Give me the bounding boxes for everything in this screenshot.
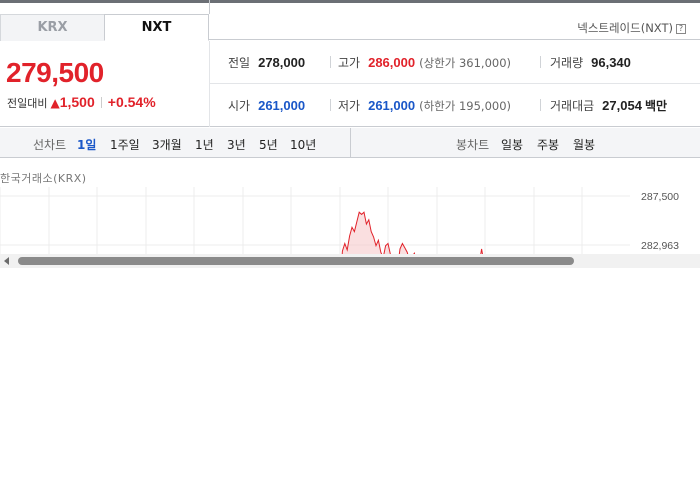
help-icon[interactable]: ? — [676, 24, 686, 34]
stat-value: 261,000 — [258, 98, 306, 113]
period-10y[interactable]: 10년 — [290, 136, 316, 153]
period-1w[interactable]: 1주일 — [110, 136, 140, 153]
divider — [540, 99, 541, 111]
stat-trade-value: 거래대금 27,054 백만 — [550, 97, 667, 114]
divider — [209, 41, 210, 127]
divider — [350, 128, 351, 158]
current-price: 279,500 — [6, 57, 104, 88]
stat-value: 278,000 — [258, 55, 306, 70]
stat-label: 거래량 — [550, 56, 584, 70]
stat-low: 저가 261,000 (하한가 195,000) — [338, 97, 511, 114]
divider — [330, 56, 331, 68]
top-border — [0, 0, 700, 3]
divider — [210, 83, 700, 84]
stat-label: 거래대금 — [550, 99, 595, 113]
stat-prev-close: 전일 278,000 — [228, 54, 305, 71]
stat-unit: 백만 — [644, 99, 668, 113]
scroll-left-arrow-icon[interactable] — [4, 257, 9, 265]
candle-daily[interactable]: 일봉 — [501, 136, 523, 153]
stat-high: 고가 286,000 (상한가 361,000) — [338, 54, 511, 71]
horizontal-scrollbar[interactable] — [0, 254, 700, 268]
stat-open: 시가 261,000 — [228, 97, 305, 114]
price-summary: 279,500 전일대비 ▲1,500 +0.54% 전일 278,000 고가 286… — [0, 41, 700, 127]
change-label: 전일대비 — [7, 97, 48, 110]
divider — [330, 99, 331, 111]
intraday-price-chart: 287,500 282,963 — [0, 187, 679, 257]
stat-volume: 거래량 96,340 — [550, 54, 631, 71]
candle-monthly[interactable]: 월봉 — [573, 136, 595, 153]
y-tick-label: 287,500 — [641, 191, 679, 203]
chart-grid — [0, 187, 630, 257]
stat-value: 261,000 — [368, 98, 416, 113]
y-axis-ticks: 287,500 282,963 — [641, 191, 679, 252]
period-3y[interactable]: 3년 — [227, 136, 246, 153]
stat-label: 시가 — [228, 99, 251, 113]
nxt-info-link[interactable]: 넥스트레이드(NXT)? — [577, 20, 686, 36]
y-tick-label: 282,963 — [641, 240, 679, 252]
stat-value: 27,054 — [602, 98, 642, 113]
tab-krx[interactable]: KRX — [0, 14, 105, 41]
up-triangle-icon: ▲ — [50, 96, 60, 110]
lower-limit: (하한가 195,000) — [419, 99, 512, 113]
candle-chart-label: 봉차트 — [456, 138, 490, 152]
divider — [100, 97, 102, 108]
scrollbar-thumb[interactable] — [18, 257, 574, 265]
upper-limit: (상한가 361,000) — [419, 56, 512, 70]
change-percent: +0.54% — [107, 94, 156, 110]
price-area-fill — [342, 212, 483, 257]
stat-label: 전일 — [228, 56, 251, 70]
stat-label: 고가 — [338, 56, 361, 70]
line-chart-label: 선차트 — [33, 138, 67, 152]
candle-weekly[interactable]: 주봉 — [537, 136, 559, 153]
period-3m[interactable]: 3개월 — [152, 136, 182, 153]
divider — [540, 56, 541, 68]
tab-divider — [209, 0, 210, 14]
price-change: 전일대비 ▲1,500 +0.54% — [7, 94, 156, 111]
period-bar: 선차트 1일 1주일 3개월 1년 3년 5년 10년 봉차트 일봉 주봉 월봉 — [0, 128, 700, 158]
tab-nxt[interactable]: NXT — [104, 14, 209, 41]
market-tabs: KRX NXT 넥스트레이드(NXT)? — [0, 0, 700, 41]
period-1y[interactable]: 1년 — [195, 136, 214, 153]
period-1d[interactable]: 1일 — [77, 136, 96, 153]
change-amount: 1,500 — [59, 94, 95, 110]
stat-label: 저가 — [338, 99, 361, 113]
stat-value: 286,000 — [368, 55, 416, 70]
period-5y[interactable]: 5년 — [259, 136, 278, 153]
stat-value: 96,340 — [591, 55, 631, 70]
nxt-link-label: 넥스트레이드(NXT) — [577, 21, 673, 35]
chart-title: 한국거래소(KRX) — [0, 172, 87, 185]
